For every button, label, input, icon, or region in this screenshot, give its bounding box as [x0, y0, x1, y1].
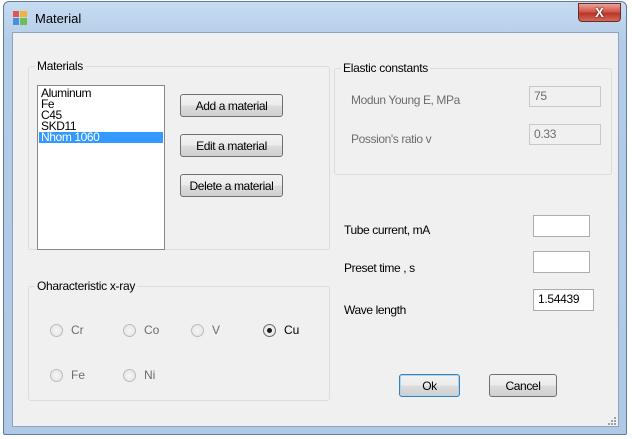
cancel-button[interactable]: Cancel	[489, 374, 557, 397]
radio-co-indicator	[123, 323, 136, 337]
radio-v-indicator	[191, 323, 204, 337]
radio-cu-indicator	[263, 323, 276, 337]
window-title: Material	[35, 11, 82, 26]
radio-v[interactable]: V	[191, 323, 220, 337]
xray-group-title: Oharacteristic x-ray	[35, 279, 138, 293]
tube-current-field[interactable]	[533, 215, 590, 237]
add-material-button[interactable]: Add a material	[180, 94, 283, 117]
wave-length-field[interactable]: 1.54439	[533, 289, 594, 311]
xray-group: Oharacteristic x-ray	[28, 279, 330, 401]
radio-fe-label: Fe	[71, 368, 86, 382]
radio-cr-label: Cr	[71, 323, 84, 337]
radio-cu[interactable]: Cu	[263, 323, 299, 337]
radio-cr[interactable]: Cr	[50, 323, 84, 337]
radio-cr-indicator	[50, 323, 63, 337]
radio-fe[interactable]: Fe	[50, 368, 85, 382]
poisson-ratio-field[interactable]: 0.33	[529, 124, 601, 145]
radio-ni-indicator	[123, 368, 136, 382]
radio-co[interactable]: Co	[123, 323, 159, 337]
materials-listbox[interactable]: Aluminum Fe C45 SKD11 Nhom 1060	[37, 85, 165, 250]
delete-material-button[interactable]: Delete a material	[180, 174, 283, 197]
radio-v-label: V	[212, 323, 221, 337]
preset-time-field[interactable]	[533, 251, 590, 273]
elastic-group-title: Elastic constants	[341, 61, 430, 75]
wave-length-label: Wave length	[344, 303, 406, 317]
radio-cu-dot	[267, 327, 272, 333]
preset-time-label: Preset time , s	[344, 261, 415, 275]
app-icon	[13, 11, 27, 25]
dialog-client-area: Materials Aluminum Fe C45 SKD11 Nhom 1060 Ad…	[12, 32, 619, 427]
young-modulus-field[interactable]: 75	[529, 86, 601, 107]
radio-ni[interactable]: Ni	[123, 368, 155, 382]
radio-fe-indicator	[50, 368, 63, 382]
tube-current-label: Tube current, mA	[344, 223, 430, 237]
radio-ni-label: Ni	[144, 368, 156, 382]
poisson-ratio-label: Possion's ratio v	[351, 132, 432, 146]
edit-material-button[interactable]: Edit a material	[180, 134, 283, 157]
material-list-item[interactable]: Aluminum	[39, 87, 163, 99]
ok-button[interactable]: Ok	[399, 374, 460, 397]
young-modulus-label: Modun Young E, MPa	[351, 93, 460, 107]
title-bar[interactable]: Material X	[4, 2, 626, 32]
material-list-item[interactable]: Nhom 1060	[39, 131, 163, 143]
elastic-constants-group: Elastic constants	[334, 61, 612, 175]
radio-co-label: Co	[144, 323, 160, 337]
resize-grip-icon[interactable]	[606, 414, 616, 425]
close-icon: X	[595, 5, 604, 20]
radio-cu-label: Cu	[284, 323, 300, 337]
materials-group-title: Materials	[35, 59, 85, 73]
material-dialog-window: Material X Materials Aluminum Fe C45 SKD11 N…	[3, 1, 627, 435]
close-button[interactable]: X	[578, 3, 621, 22]
